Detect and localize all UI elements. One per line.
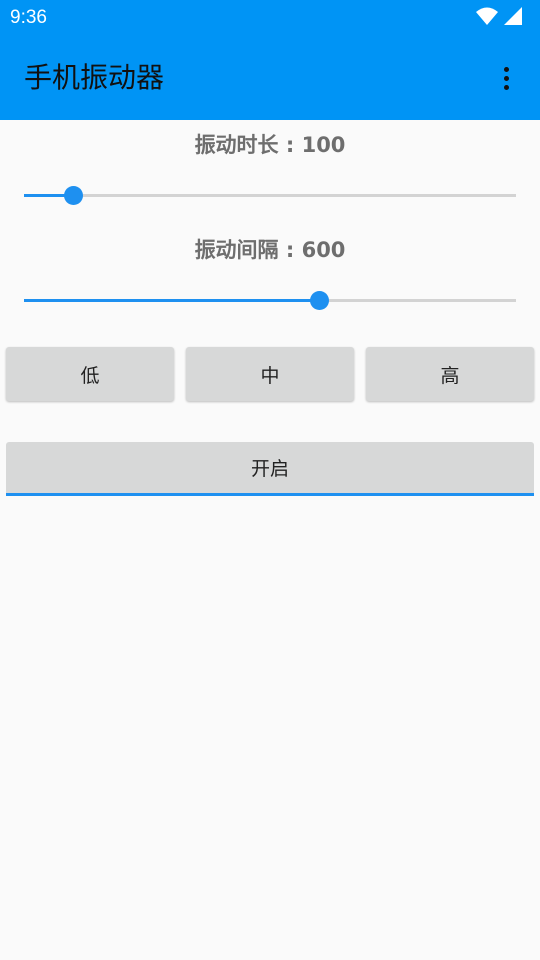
mid-button[interactable]: 中 [186,347,354,401]
cellular-signal-icon [504,7,522,29]
interval-slider[interactable] [24,289,516,313]
app-bar: 手机振动器 [0,36,540,120]
status-bar: 9:36 [0,0,540,36]
start-button[interactable]: 开启 [6,442,534,496]
high-button[interactable]: 高 [366,347,534,401]
status-icons [476,7,522,29]
slider-fill [24,299,319,302]
menu-dot [503,66,509,72]
interval-label: 振动间隔 : 600 [194,238,346,262]
wifi-icon [476,7,498,29]
slider-thumb[interactable] [64,186,83,205]
low-button[interactable]: 低 [6,347,174,401]
menu-dot [503,84,509,90]
app-title: 手机振动器 [24,61,165,94]
status-time: 9:36 [10,7,47,28]
more-vert-icon[interactable] [486,60,526,96]
duration-label: 振动时长 : 100 [194,133,346,157]
slider-track [24,194,516,197]
duration-slider[interactable] [24,184,516,208]
slider-thumb[interactable] [310,291,329,310]
menu-dot [503,75,509,81]
